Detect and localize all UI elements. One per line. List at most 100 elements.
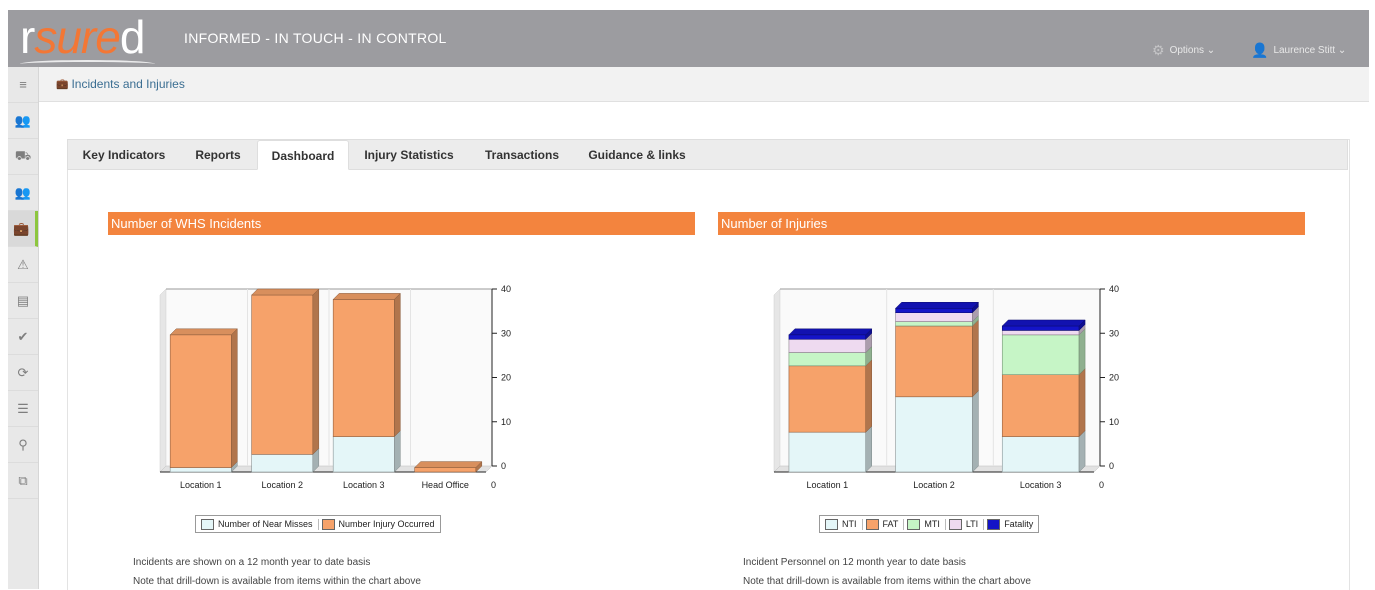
options-menu[interactable]: ⚙ Options ⌄ [1152,42,1215,59]
x-tick-label: Location 1 [180,480,222,490]
whs-note-2: Note that drill-down is available from i… [133,576,421,587]
tagline: INFORMED - IN TOUCH - IN CONTROL [184,30,447,46]
bar-front [332,299,395,437]
plot-area: 0 10 20 30 40 0 Location 1 Location 2 Location 3… [159,284,511,490]
legend-item[interactable]: Number of Near Misses [198,518,316,530]
legend-label: Number Injury Occurred [338,519,435,529]
bar-front [414,467,477,473]
sidebar-item-sync[interactable]: ⟳ [8,355,38,391]
breadcrumb-bar: 💼 Incidents and Injuries [39,67,1369,102]
x-tick-label: Location 3 [1020,480,1062,490]
bar-side [1078,328,1086,376]
bar-segment[interactable] [169,328,238,469]
bar-segment[interactable] [251,288,320,455]
bar-top [251,288,320,296]
injuries-chart[interactable]: 0 10 20 30 40 0 Location 1 Location 2 Location 3 [736,275,1136,505]
group-icon: 👥 [14,184,32,200]
bar-front [169,467,232,473]
user-menu[interactable]: 👤 Laurence Stitt ⌄ [1251,42,1346,59]
bar-front [251,454,314,473]
bar-segment[interactable] [414,460,483,473]
x-tick-label: Location 2 [261,480,303,490]
y-tick-label: 20 [501,373,511,383]
legend-label: FAT [882,519,899,529]
sidebar-item-people[interactable]: 👥 [8,103,38,139]
logo: rsured [20,11,145,63]
bar-front [895,307,973,314]
sidebar-item-documents[interactable]: ⧉ [8,463,38,499]
x-tick-label: Location 1 [807,480,849,490]
x-tick-label: Location 3 [343,480,385,490]
legend-label: Number of Near Misses [218,519,313,529]
gear-icon: ⚙ [1152,42,1165,58]
bar-segment[interactable] [894,390,980,473]
bar-side [865,425,872,473]
tab-transactions[interactable]: Transactions [476,140,568,170]
plot-area: 0 10 20 30 40 0 Location 1 Location 2 Location 3 [773,284,1119,490]
options-label: Options ⌄ [1169,45,1216,56]
bar-front [1001,330,1080,336]
legend-item[interactable]: FAT [861,518,902,530]
bar-top [1001,319,1086,327]
truck-icon: ⛟ [14,147,32,163]
briefcase-icon: 💼 [56,78,69,90]
bar-segment[interactable] [788,425,873,473]
user-icon: 👤 [1251,42,1269,58]
legend-swatch [987,518,1001,530]
bar-segment[interactable] [788,328,873,340]
y-tick-label: 0 [501,461,506,471]
legend-label: NTI [842,519,857,529]
bar-top [169,328,238,336]
bar-segment[interactable] [1001,319,1086,332]
bar-front [169,334,232,468]
sidebar-item-incidents[interactable]: 💼 [8,211,38,247]
briefcase-icon: 💼 [13,220,30,236]
y-tick-label: 30 [501,328,511,338]
bar-segment[interactable] [332,292,401,438]
plot-side-wall [159,288,167,473]
sidebar: ≡ 👥 ⛟ 👥 💼 ⚠ ▤ ✔ ⟳ ☰ ⚲ ⧉ [8,67,39,589]
sidebar-item-locations[interactable]: ⚲ [8,427,38,463]
plot-side-wall [773,288,781,473]
tab-key-indicators[interactable]: Key Indicators [75,140,173,170]
legend-item[interactable]: LTI [944,518,981,530]
sidebar-item-vehicles[interactable]: ⛟ [8,139,38,175]
injuries-title: Number of Injuries [718,212,1305,235]
bar-front [895,312,973,322]
sidebar-menu-toggle[interactable]: ≡ [8,67,38,103]
sidebar-item-training[interactable]: ▤ [8,283,38,319]
sidebar-item-tasks[interactable]: ✔ [8,319,38,355]
legend-item[interactable]: MTI [903,518,943,530]
bar-segment[interactable] [1001,328,1086,376]
y-tick-label: 30 [1109,328,1119,338]
breadcrumb[interactable]: 💼 Incidents and Injuries [56,77,185,91]
injuries-legend: NTI FAT MTI LTI Fatality [819,515,1040,533]
legend-item[interactable]: NTI [822,518,860,530]
bar-segment[interactable] [894,319,980,398]
sidebar-item-registers[interactable]: ☰ [8,391,38,427]
bar-side [394,292,401,438]
bar-segment[interactable] [788,359,873,433]
whs-incidents-title: Number of WHS Incidents [108,212,695,235]
bar-front [788,365,867,433]
refresh-icon: ⟳ [17,364,29,380]
tab-guidance-links[interactable]: Guidance & links [581,140,693,170]
whs-incidents-chart[interactable]: 0 10 20 30 40 0 Location 1 Location 2 Location 3… [126,275,526,505]
tab-reports[interactable]: Reports [186,140,250,170]
sidebar-item-groups[interactable]: 👥 [8,175,38,211]
y-tick-label: 40 [501,284,511,294]
bar-segment[interactable] [1001,368,1086,438]
tab-injury-statistics[interactable]: Injury Statistics [356,140,462,170]
bar-side [231,328,238,469]
sidebar-item-hazards[interactable]: ⚠ [8,247,38,283]
bar-top [414,461,483,468]
book-icon: ▤ [16,292,30,308]
bar-side [865,359,872,433]
check-icon: ✔ [17,328,29,344]
legend-label: MTI [924,519,940,529]
legend-item[interactable]: Fatality [983,518,1036,530]
bar-segment[interactable] [894,301,980,314]
tab-dashboard[interactable]: Dashboard [257,140,349,170]
legend-item[interactable]: Number Injury Occurred [317,518,438,530]
legend-swatch [321,518,335,530]
